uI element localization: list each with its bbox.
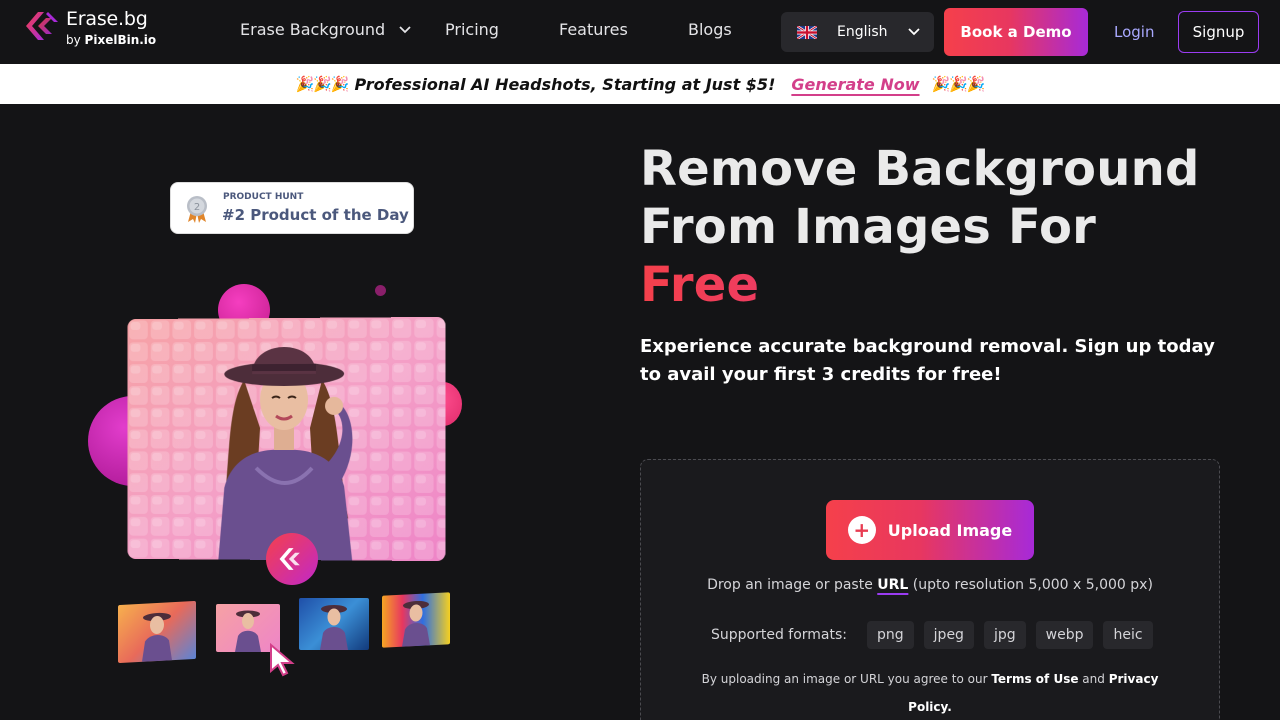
product-hunt-title: #2 Product of the Day	[222, 206, 409, 224]
legal-text: By uploading an image or URL you agree t…	[701, 672, 988, 686]
logo-brand: PixelBin.io	[84, 33, 157, 47]
woman-with-hat-image	[127, 316, 446, 562]
logo-title: Erase.bg	[66, 8, 148, 30]
terms-of-use-link[interactable]: Terms of Use	[991, 672, 1078, 686]
nav-features[interactable]: Features	[559, 20, 628, 39]
drop-hint: Drop an image or paste URL (upto resolut…	[641, 577, 1219, 593]
party-emoji-left: 🎉🎉🎉	[295, 75, 349, 93]
hero-title-free: Free	[640, 256, 1200, 314]
nav-blogs[interactable]: Blogs	[688, 20, 732, 39]
formats-label: Supported formats:	[711, 627, 848, 643]
medal-icon: 2	[187, 196, 207, 223]
promo-banner: 🎉🎉🎉 Professional AI Headshots, Starting …	[0, 64, 1280, 104]
thumbnail-sunset[interactable]	[118, 600, 196, 664]
format-chip-webp: webp	[1035, 621, 1094, 649]
top-navbar: Erase.bg by PixelBin.io Erase Background…	[0, 0, 1280, 64]
erase-bg-logo-icon	[26, 12, 58, 40]
generate-now-link[interactable]: Generate Now	[791, 75, 925, 94]
legal-and: and	[1082, 672, 1105, 686]
hero-subtitle: Experience accurate background removal. …	[640, 336, 1215, 385]
product-hunt-label: PRODUCT HUNT	[223, 192, 304, 202]
format-chip-jpg: jpg	[983, 621, 1026, 649]
chevron-down-icon	[399, 25, 411, 33]
resolution-note: (upto resolution 5,000 x 5,000 px)	[912, 577, 1153, 593]
language-label: English	[837, 24, 888, 40]
upload-image-button[interactable]: + Upload Image	[826, 500, 1034, 560]
book-demo-button[interactable]: Book a Demo	[944, 8, 1088, 56]
paste-url-link[interactable]: URL	[877, 577, 908, 593]
signup-button[interactable]: Signup	[1178, 11, 1259, 53]
erase-bg-logo-badge	[266, 533, 318, 585]
upload-image-label: Upload Image	[887, 520, 1013, 540]
nav-pricing[interactable]: Pricing	[445, 20, 499, 39]
language-selector[interactable]: English	[781, 12, 934, 52]
supported-formats: Supported formats: png jpeg jpg webp hei…	[711, 621, 1153, 649]
format-chip-jpeg: jpeg	[923, 621, 974, 649]
login-link[interactable]: Login	[1114, 23, 1154, 41]
nav-erase-background[interactable]: Erase Background	[240, 20, 411, 39]
nav-erase-background-label: Erase Background	[240, 20, 386, 39]
hero-demo-image	[127, 316, 446, 562]
thumbnail-blue[interactable]	[299, 598, 369, 650]
decor-dot	[375, 285, 386, 296]
upload-dropzone[interactable]: + Upload Image Drop an image or paste UR…	[640, 459, 1220, 720]
medal-number: 2	[194, 202, 200, 213]
cursor-pointer-icon	[270, 643, 295, 677]
erase-bg-logo-icon	[279, 548, 300, 570]
logo-by: by	[66, 33, 81, 47]
format-chip-png: png	[867, 621, 914, 649]
hero-title: Remove Background From Images For Free	[640, 140, 1200, 314]
party-emoji-right: 🎉🎉🎉	[931, 75, 986, 93]
chevron-down-icon	[907, 28, 920, 36]
product-hunt-badge[interactable]: 2 PRODUCT HUNT #2 Product of the Day	[170, 182, 414, 234]
hero-title-line1: Remove Background	[640, 141, 1200, 197]
uk-flag-icon	[797, 25, 817, 39]
format-chip-heic: heic	[1103, 621, 1153, 649]
hero-title-line2: From Images For	[640, 199, 1097, 255]
logo[interactable]: Erase.bg by PixelBin.io	[24, 10, 156, 46]
thumbnail-colorful[interactable]	[382, 592, 450, 648]
drop-hint-text: Drop an image or paste	[707, 577, 873, 593]
promo-text: Professional AI Headshots, Starting at J…	[354, 74, 776, 94]
plus-icon: +	[847, 516, 876, 544]
legal-notice: By uploading an image or URL you agree t…	[691, 665, 1169, 720]
